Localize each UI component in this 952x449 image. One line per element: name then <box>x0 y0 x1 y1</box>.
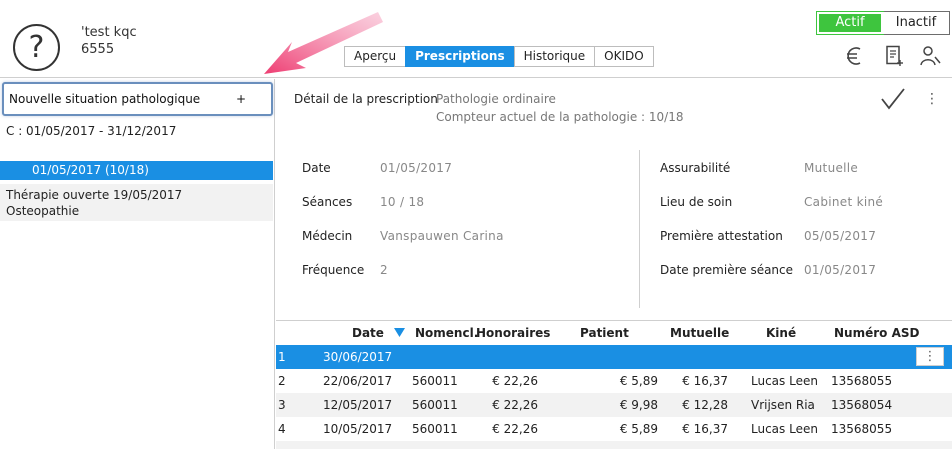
euro-icon[interactable] <box>844 45 866 67</box>
field-value-seances: 10 / 18 <box>380 195 425 209</box>
field-value-date: 01/05/2017 <box>380 161 453 175</box>
new-situation-label: Nouvelle situation pathologique <box>9 92 201 106</box>
selected-prescription-item[interactable]: 01/05/2017 (10/18) <box>0 161 273 180</box>
cell-patient: € 9,98 <box>619 398 658 412</box>
cell-honoraires: € 22,26 <box>492 398 538 412</box>
check-icon[interactable] <box>880 87 906 111</box>
cell-numero-asd: 13568054 <box>831 398 893 412</box>
sessions-table: Date Nomencl. Honoraires Patient Mutuell… <box>276 320 952 449</box>
cell-patient: € 5,89 <box>619 374 658 388</box>
field-value-premiere-attestation: 05/05/2017 <box>804 229 877 243</box>
field-label-date: Date <box>302 161 331 175</box>
therapy-item[interactable]: Thérapie ouverte 19/05/2017 Osteopathie <box>0 184 273 221</box>
cell-honoraires: € 22,26 <box>492 374 538 388</box>
pathology-type: Pathologie ordinaire <box>436 92 556 106</box>
table-row[interactable]: 1 30/06/2017 ⋮ <box>276 345 952 369</box>
row-number: 3 <box>278 398 286 412</box>
field-value-frequence: 2 <box>380 263 388 277</box>
pathology-counter: Compteur actuel de la pathologie : 10/18 <box>436 110 684 124</box>
cell-nomencl: 560011 <box>412 374 458 388</box>
cell-date: 30/06/2017 <box>323 350 393 364</box>
field-label-seances: Séances <box>302 195 353 209</box>
table-row[interactable] <box>276 441 952 449</box>
cell-mutuelle: € 12,28 <box>682 398 728 412</box>
column-header-date[interactable]: Date <box>352 326 384 340</box>
row-number: 4 <box>278 422 286 436</box>
field-label-date-premiere-seance: Date première séance <box>660 263 794 277</box>
field-value-assurabilite: Mutuelle <box>804 161 859 175</box>
row-more-icon[interactable]: ⋮ <box>916 347 944 366</box>
patient-name: 'test kqc <box>81 25 137 40</box>
cell-patient: € 5,89 <box>619 422 658 436</box>
cell-kine: Vrijsen Ria <box>751 398 815 412</box>
field-value-lieu-de-soin: Cabinet kiné <box>804 195 884 209</box>
tab-prescriptions[interactable]: Prescriptions <box>405 46 515 67</box>
therapy-type: Osteopathie <box>6 204 80 218</box>
status-toggle: Actif Inactif <box>816 11 950 35</box>
detail-divider <box>639 150 640 308</box>
field-label-frequence: Fréquence <box>302 263 365 277</box>
pathology-list-panel: Nouvelle situation pathologique + C : 01… <box>0 79 275 449</box>
avatar-placeholder-icon: ? <box>13 24 60 71</box>
table-row[interactable]: 4 10/05/2017 560011 € 22,26 € 5,89 € 16,… <box>276 417 952 441</box>
table-row[interactable]: 3 12/05/2017 560011 € 22,26 € 9,98 € 12,… <box>276 393 952 417</box>
tab-historique[interactable]: Historique <box>513 46 596 67</box>
cell-numero-asd: 13568055 <box>831 422 893 436</box>
status-active-button[interactable]: Actif <box>816 11 884 35</box>
detail-title: Détail de la prescription <box>294 92 438 106</box>
column-header-nomencl[interactable]: Nomencl. <box>415 326 478 340</box>
tab-apercu[interactable]: Aperçu <box>344 46 407 67</box>
cell-numero-asd: 13568055 <box>831 374 893 388</box>
cell-nomencl: 560011 <box>412 422 458 436</box>
column-header-mutuelle[interactable]: Mutuelle <box>670 326 729 340</box>
therapy-date: Thérapie ouverte 19/05/2017 <box>6 188 183 202</box>
cell-kine: Lucas Leen <box>751 422 818 436</box>
patient-id: 6555 <box>81 42 115 57</box>
cell-date: 22/06/2017 <box>323 374 393 388</box>
cell-date: 10/05/2017 <box>323 422 393 436</box>
table-row[interactable]: 2 22/06/2017 560011 € 22,26 € 5,89 € 16,… <box>276 369 952 393</box>
user-search-icon[interactable] <box>920 45 942 67</box>
episode-range[interactable]: C : 01/05/2017 - 31/12/2017 <box>6 124 176 138</box>
table-header: Date Nomencl. Honoraires Patient Mutuell… <box>276 321 952 345</box>
more-vertical-icon[interactable]: ⋮ <box>925 90 939 108</box>
column-header-kine[interactable]: Kiné <box>766 326 796 340</box>
row-number: 2 <box>278 374 286 388</box>
cell-kine: Lucas Leen <box>751 374 818 388</box>
field-label-lieu-de-soin: Lieu de soin <box>660 195 733 209</box>
field-value-date-premiere-seance: 01/05/2017 <box>804 263 877 277</box>
cell-mutuelle: € 16,37 <box>682 374 728 388</box>
cell-nomencl: 560011 <box>412 398 458 412</box>
field-label-premiere-attestation: Première attestation <box>660 229 783 243</box>
tab-okido[interactable]: OKIDO <box>594 46 654 67</box>
patient-header: ? 'test kqc 6555 Aperçu Prescriptions Hi… <box>0 0 952 78</box>
field-value-medecin: Vanspauwen Carina <box>380 229 504 243</box>
status-inactive-button[interactable]: Inactif <box>883 12 949 34</box>
cell-date: 12/05/2017 <box>323 398 393 412</box>
cell-honoraires: € 22,26 <box>492 422 538 436</box>
column-header-patient[interactable]: Patient <box>580 326 629 340</box>
new-situation-button[interactable]: Nouvelle situation pathologique + <box>2 82 273 116</box>
field-label-medecin: Médecin <box>302 229 353 243</box>
main-tabs: Aperçu Prescriptions Historique OKIDO <box>344 46 654 67</box>
field-label-assurabilite: Assurabilité <box>660 161 731 175</box>
cell-mutuelle: € 16,37 <box>682 422 728 436</box>
column-header-numero-asd[interactable]: Numéro ASD <box>834 326 919 340</box>
row-number: 1 <box>278 350 286 364</box>
plus-icon: + <box>235 92 246 106</box>
document-icon[interactable] <box>883 45 905 67</box>
sort-down-icon[interactable] <box>394 327 405 338</box>
column-header-honoraires[interactable]: Honoraires <box>476 326 550 340</box>
